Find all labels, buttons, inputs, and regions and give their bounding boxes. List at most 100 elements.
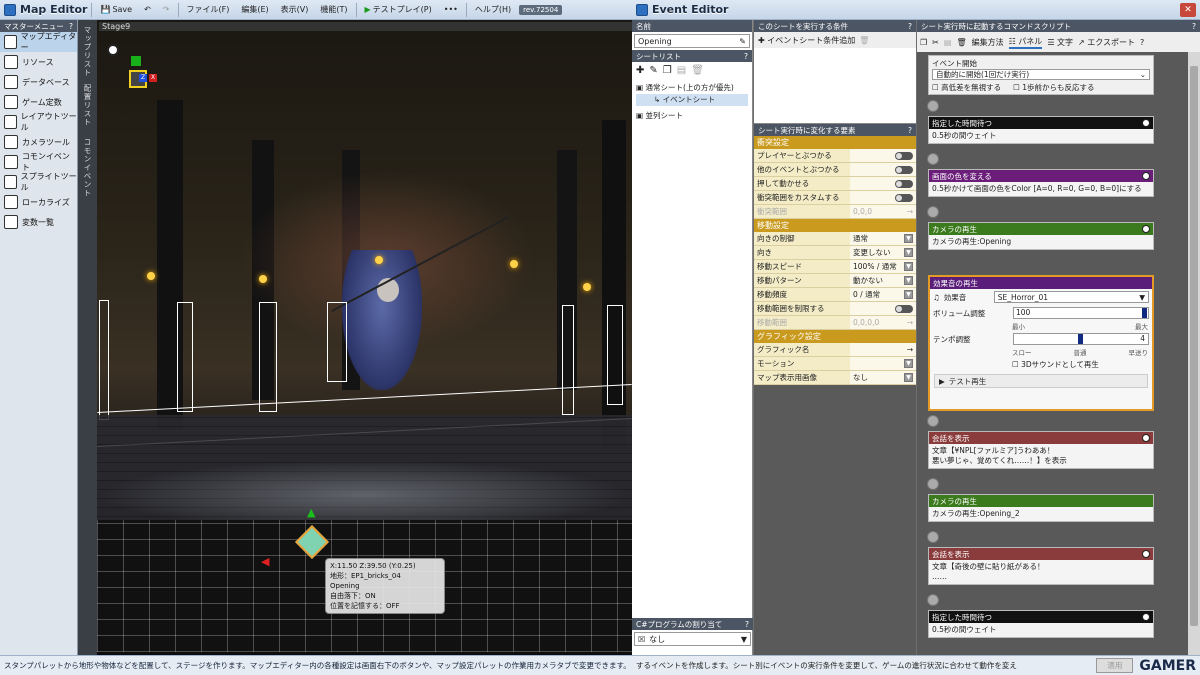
test-play-button[interactable]: ▶ テスト再生	[934, 374, 1148, 388]
help-icon[interactable]: ?	[908, 126, 912, 135]
chevron-down-icon[interactable]: ▼	[904, 373, 913, 382]
reaper-character[interactable]	[342, 250, 422, 390]
event-start-block[interactable]: イベント開始 自動的に開始(1回だけ実行) ⌄ ☐ 高低差を無視する ☐ 1歩前か…	[928, 55, 1154, 95]
property-section-header[interactable]: グラフィック設定	[754, 330, 916, 343]
property-row[interactable]: 他のイベントとぶつかる	[754, 163, 916, 177]
menu-help[interactable]: ヘルプ(H)	[471, 2, 515, 17]
property-value[interactable]: 0 / 通常 ▼	[850, 288, 916, 301]
property-row[interactable]: 衝突範囲 0,0,0 →	[754, 205, 916, 219]
property-value[interactable]	[850, 163, 916, 176]
lamp-icon[interactable]	[510, 260, 518, 268]
copy-icon[interactable]: ❐	[663, 65, 672, 76]
master-menu-item-4[interactable]: レイアウトツール	[0, 112, 77, 132]
sheet-normal[interactable]: ▣ 通常シート(上の方が優先)	[636, 82, 748, 94]
cut-icon[interactable]: ✂	[932, 38, 939, 47]
volume-slider-thumb[interactable]	[1142, 308, 1147, 318]
property-value[interactable]: →	[850, 343, 916, 356]
property-section-header[interactable]: 移動設定	[754, 219, 916, 232]
menu-function[interactable]: 機能(T)	[316, 2, 351, 17]
chevron-down-icon[interactable]: ▼	[904, 276, 913, 285]
property-value[interactable]: 通常 ▼	[850, 232, 916, 245]
toggle-switch[interactable]	[895, 151, 913, 160]
add-condition-button[interactable]: ✚ イベントシート条件追加	[758, 35, 855, 46]
tempo-slider[interactable]: 4	[1013, 333, 1149, 345]
property-row[interactable]: 衝突範囲をカスタムする	[754, 191, 916, 205]
more-button[interactable]: •••	[440, 3, 462, 16]
sheet-parallel[interactable]: ▣ 並列シート	[636, 110, 748, 122]
connector-node[interactable]	[927, 594, 939, 606]
property-row[interactable]: 移動頻度 0 / 通常 ▼	[754, 288, 916, 302]
redo-button[interactable]: ↷	[159, 3, 174, 16]
property-row[interactable]: 移動スピード 100% / 通常 ▼	[754, 260, 916, 274]
undo-button[interactable]: ↶	[140, 3, 155, 16]
property-row[interactable]: マップ表示用画像 なし ▼	[754, 371, 916, 385]
property-value[interactable]: 0,0,0,0 →	[850, 316, 916, 329]
property-value[interactable]: なし ▼	[850, 371, 916, 384]
apply-button[interactable]: 適用	[1096, 658, 1134, 673]
property-value[interactable]: 変更しない ▼	[850, 246, 916, 259]
clock-icon[interactable]	[1142, 172, 1150, 180]
property-value[interactable]: ▼	[850, 357, 916, 370]
add-icon[interactable]: ✚	[636, 65, 644, 76]
property-value[interactable]	[850, 191, 916, 204]
property-row[interactable]: 向きの制御 通常 ▼	[754, 232, 916, 246]
connector-node[interactable]	[927, 415, 939, 427]
move-arrow-left[interactable]: ◀	[261, 555, 269, 568]
toggle-switch[interactable]	[895, 304, 913, 313]
tab-placement-list[interactable]: 配置リスト	[82, 84, 93, 127]
copy-icon[interactable]: ❐	[920, 38, 927, 47]
property-value[interactable]: 動かない ▼	[850, 274, 916, 287]
delete-icon[interactable]: 🗑	[859, 36, 869, 45]
property-row[interactable]: 向き 変更しない ▼	[754, 246, 916, 260]
master-menu-item-5[interactable]: カメラツール	[0, 132, 77, 152]
master-menu-item-0[interactable]: マップエディター	[0, 32, 77, 52]
connector-node[interactable]	[927, 100, 939, 112]
toggle-switch[interactable]	[895, 165, 913, 174]
lamp-icon[interactable]	[375, 256, 383, 264]
sound-block[interactable]: 効果音の再生 ♫ 効果音 SE_Horror_01 ▼ ボリューム調整 100 最…	[928, 275, 1154, 411]
lamp-icon[interactable]	[259, 275, 267, 283]
text-mode-button[interactable]: ☰ 文字	[1047, 37, 1073, 48]
toggle-switch[interactable]	[895, 179, 913, 188]
close-box-icon[interactable]: ☒	[638, 635, 645, 644]
lamp-icon[interactable]	[147, 272, 155, 280]
arrow-right-icon[interactable]: →	[907, 318, 913, 327]
edit-icon[interactable]: ✎	[649, 65, 657, 76]
clock-icon[interactable]	[1142, 225, 1150, 233]
chevron-down-icon[interactable]: ▼	[904, 359, 913, 368]
view-gizmo[interactable]: Z X	[107, 44, 159, 104]
close-button[interactable]: ✕	[1180, 2, 1196, 17]
clock-icon[interactable]	[1142, 613, 1150, 621]
lamp-icon[interactable]	[583, 283, 591, 291]
csharp-select[interactable]: ☒ なし ▼	[634, 632, 751, 646]
command-block[interactable]: 画面の色を変える 0.5秒かけて画面の色をColor [A=0, R=0, G=0…	[928, 169, 1154, 197]
help-icon[interactable]: ?	[1140, 38, 1144, 47]
menu-file[interactable]: ファイル(F)	[183, 2, 234, 17]
trigger-select[interactable]: 自動的に開始(1回だけ実行) ⌄	[932, 69, 1150, 80]
property-row[interactable]: グラフィック名 →	[754, 343, 916, 357]
panel-mode-button[interactable]: ☷ パネル	[1008, 36, 1043, 49]
master-menu-item-1[interactable]: リソース	[0, 52, 77, 72]
clock-icon[interactable]	[1142, 434, 1150, 442]
surround-checkbox[interactable]: ☐ 3Dサウンドとして再生	[1012, 360, 1099, 369]
chevron-down-icon[interactable]: ▼	[904, 290, 913, 299]
tab-common-event[interactable]: コモンイベント	[82, 138, 93, 198]
scrollbar-thumb[interactable]	[1190, 66, 1198, 626]
testplay-button[interactable]: ▶ テストプレイ(P)	[361, 2, 436, 17]
paste-icon[interactable]: ▤	[677, 65, 686, 76]
property-row[interactable]: 移動パターン 動かない ▼	[754, 274, 916, 288]
property-row[interactable]: 移動範囲 0,0,0,0 →	[754, 316, 916, 330]
help-icon[interactable]: ?	[1192, 22, 1196, 31]
master-menu-item-6[interactable]: コモンイベント	[0, 152, 77, 172]
export-button[interactable]: ↗ エクスポート	[1078, 37, 1135, 48]
chevron-down-icon[interactable]: ▼	[904, 248, 913, 257]
paste-icon[interactable]: ▤	[944, 38, 952, 47]
clock-icon[interactable]	[1142, 119, 1150, 127]
event-name-field[interactable]: Opening ✎	[634, 34, 750, 48]
master-menu-item-7[interactable]: スプライトツール	[0, 172, 77, 192]
help-icon[interactable]: ?	[745, 620, 749, 629]
command-block[interactable]: 会話を表示 文章【奇後の壁に貼り紙がある！ ……	[928, 547, 1154, 585]
property-row[interactable]: 押して動かせる	[754, 177, 916, 191]
sheet-event[interactable]: ↳ イベントシート	[636, 94, 748, 106]
property-row[interactable]: 移動範囲を制限する	[754, 302, 916, 316]
